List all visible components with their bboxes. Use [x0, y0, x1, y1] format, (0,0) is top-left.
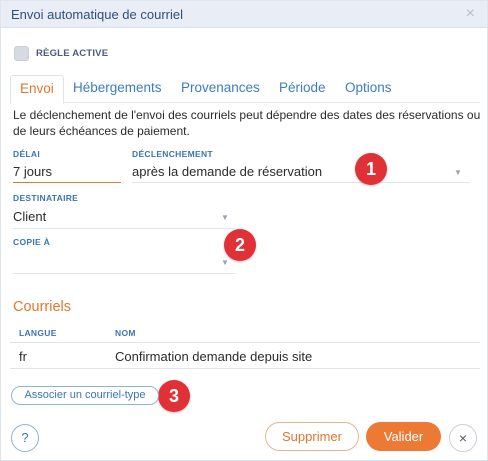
- trigger-select-underline: [132, 182, 470, 183]
- associate-email-template-button[interactable]: Associer un courriel-type: [11, 386, 159, 405]
- tab-envoi[interactable]: Envoi: [10, 75, 64, 104]
- trigger-select[interactable]: après la demande de réservation: [132, 164, 322, 179]
- emails-section-title: Courriels: [13, 299, 72, 315]
- dialog-titlebar: Envoi automatique de courriel ×: [1, 1, 487, 28]
- trigger-label: DÉCLENCHEMENT: [132, 149, 213, 159]
- annotation-badge-3: 3: [158, 380, 190, 412]
- active-rule-label: RÈGLE ACTIVE: [36, 48, 109, 59]
- dialog-title: Envoi automatique de courriel: [11, 7, 183, 22]
- auto-email-dialog: Envoi automatique de courriel × RÈGLE AC…: [0, 0, 488, 461]
- copy-to-chevron-down-icon[interactable]: ▼: [221, 258, 229, 267]
- delay-input-underline: [13, 182, 121, 183]
- column-header-name: NOM: [115, 328, 136, 338]
- copy-to-label: COPIE À: [13, 237, 51, 247]
- recipient-select-underline: [13, 228, 235, 229]
- column-header-language: LANGUE: [19, 328, 57, 338]
- delay-label: DÉLAI: [13, 149, 40, 159]
- active-rule-checkbox[interactable]: [14, 46, 29, 61]
- emails-table-header: LANGUE NOM: [10, 323, 480, 343]
- row-language: fr: [19, 349, 27, 364]
- help-button[interactable]: ?: [11, 424, 39, 452]
- trigger-description: Le déclenchement de l'envoi des courriel…: [13, 108, 481, 138]
- close-icon[interactable]: ×: [466, 5, 475, 23]
- table-row[interactable]: fr Confirmation demande depuis site: [10, 344, 480, 369]
- recipient-label: DESTINATAIRE: [13, 193, 79, 203]
- recipient-select[interactable]: Client: [13, 209, 46, 224]
- annotation-badge-1: 1: [355, 153, 387, 185]
- delete-button[interactable]: Supprimer: [265, 422, 359, 451]
- annotation-badge-2: 2: [224, 229, 256, 261]
- copy-to-select-underline: [13, 273, 235, 274]
- tab-hebergements[interactable]: Hébergements: [64, 75, 171, 103]
- recipient-chevron-down-icon[interactable]: ▼: [221, 213, 229, 222]
- row-name: Confirmation demande depuis site: [115, 349, 313, 364]
- tab-provenances[interactable]: Provenances: [172, 75, 269, 103]
- close-button[interactable]: ×: [449, 424, 477, 452]
- tab-periode[interactable]: Période: [270, 75, 335, 103]
- delay-input[interactable]: 7 jours: [13, 164, 52, 179]
- tab-options[interactable]: Options: [336, 75, 401, 103]
- trigger-chevron-down-icon[interactable]: ▼: [454, 168, 462, 177]
- tab-bar: Envoi Hébergements Provenances Période O…: [10, 75, 480, 104]
- submit-button[interactable]: Valider: [366, 422, 441, 451]
